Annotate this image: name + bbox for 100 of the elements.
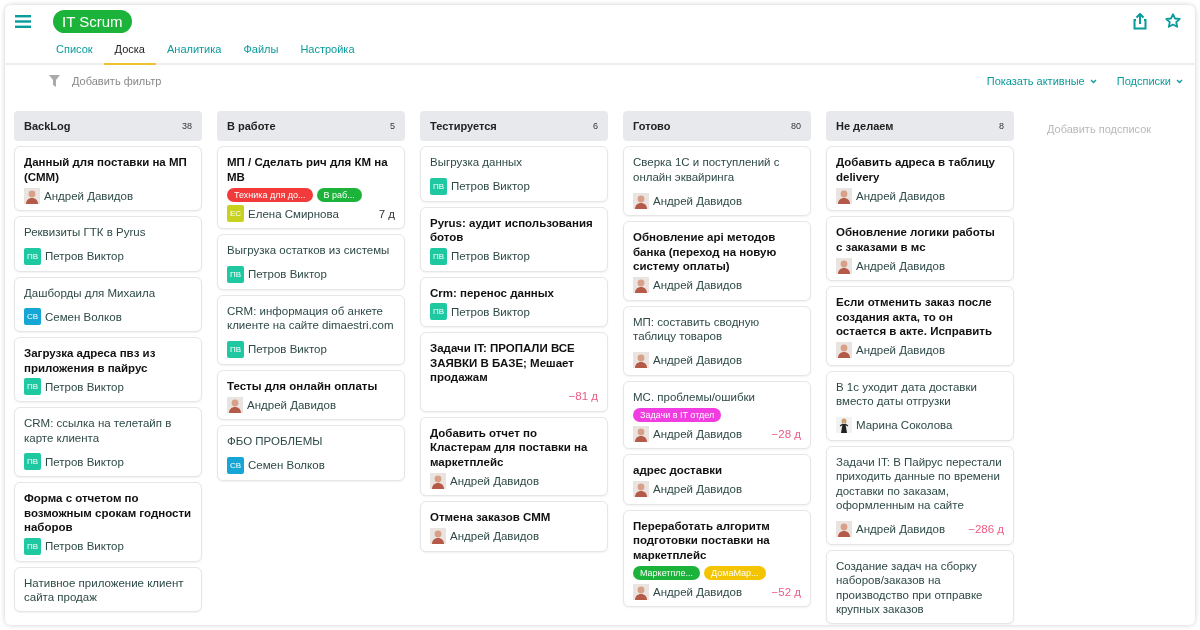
column-header[interactable]: В работе 5 (217, 111, 405, 141)
task-card[interactable]: Добавить адреса в таблицу delivery Андрей Давидов (826, 146, 1014, 211)
avatar-icon (24, 187, 40, 204)
assignee-name: Андрей Давидов (653, 279, 743, 291)
column-header[interactable]: Не делаем 8 (826, 111, 1014, 141)
menu-icon[interactable] (15, 14, 31, 28)
task-card[interactable]: В 1с уходит дата доставки вместо даты отгрузки Марина Соколова (826, 370, 1014, 441)
tab[interactable]: Настройка (289, 35, 366, 65)
task-title: Тесты для онлайн оплаты (227, 378, 379, 393)
task-card[interactable]: Выгрузка остатков из системы ПВ Петров Виктор (217, 234, 405, 290)
assignee-name: Андрей Давидов (653, 354, 743, 366)
assignee-name: Петров Виктор (451, 180, 530, 192)
task-card[interactable]: Форма с отчетом по возможным срокам годности наборов ПВ Петров Виктор (14, 482, 202, 562)
assignee-name: Андрей Давидов (653, 427, 743, 440)
task-card[interactable]: Задачи IT: ПРОПАЛИ ВСЕ ЗАЯВКИ В БАЗЕ; Мешает продажам −81 д (420, 332, 608, 412)
task-card[interactable]: Задачи IT: В Пайрус перестали приходить данные по времени доставки по заказам, оформленным на сайте Андрей Давидов −286 д (826, 445, 1014, 545)
task-card[interactable]: Pyrus: аудит использования ботов ПВ Петров Виктор (420, 206, 608, 272)
tab[interactable]: Аналитика (156, 35, 233, 65)
avatar-icon (430, 472, 446, 489)
avatar-icon (633, 583, 649, 600)
task-title: Нативное приложение клиент сайта продаж (24, 575, 185, 605)
tag: ДомаМар... (704, 566, 766, 580)
task-card[interactable]: Сверка 1С и поступлений с онлайн эквайринга Андрей Давидов (623, 146, 811, 216)
task-title: Переработать алгоритм подготовки поставки на маркетплейс (633, 518, 771, 562)
card-count: 5 (390, 121, 395, 131)
task-title: МП: составить сводную таблицу товаров (633, 314, 761, 344)
avatar-icon (633, 481, 649, 497)
task-card[interactable]: Переработать алгоритм подготовки поставки на маркетплейс Маркетпле... ДомаМар... Андрей Давидов −52 д (623, 509, 811, 607)
task-card[interactable]: Обновление логики работы с заказами в мс Андрей Давидов (826, 216, 1014, 281)
task-card[interactable]: Обновление api методов банка (переход на новую систему оплаты) Андрей Давидов (623, 221, 811, 301)
dropdown-button[interactable]: Подсписки (1106, 75, 1183, 87)
chevron-down-icon (1089, 78, 1097, 84)
share-icon[interactable] (1133, 12, 1147, 30)
avatar-initials: ПВ (24, 378, 41, 395)
task-card[interactable]: Реквизиты ГТК в Pyrus ПВ Петров Виктор (14, 216, 202, 272)
star-icon[interactable] (1165, 13, 1181, 29)
avatar-initials: ПВ (430, 303, 447, 320)
task-card[interactable]: Отмена заказов СММ Андрей Давидов (420, 501, 608, 552)
task-card[interactable]: Данный для поставки на МП (СММ) Андрей Давидов (14, 146, 202, 211)
assignee-name: Андрей Давидов (653, 585, 743, 598)
assignee-name: Андрей Давидов (450, 530, 540, 542)
task-title: В 1с уходит дата доставки вместо даты отгрузки (836, 379, 978, 409)
avatar-icon (836, 257, 852, 274)
assignee-name: Петров Виктор (451, 250, 530, 262)
task-card[interactable]: Добавить отчет по Кластерам для поставки на маркетплейс Андрей Давидов (420, 416, 608, 496)
task-card[interactable]: Нативное приложение клиент сайта продаж (14, 566, 202, 612)
assignee-name: Семен Волков (45, 310, 122, 323)
column-header[interactable]: Готово 80 (623, 111, 811, 141)
assignee-name: Андрей Давидов (856, 259, 946, 272)
avatar-icon (836, 417, 852, 433)
assignee-name: Андрей Давидов (653, 194, 743, 207)
tab[interactable]: Доска (103, 35, 156, 65)
task-card[interactable]: Создание задач на сборку наборов/заказов на производство при отправке крупных заказов (826, 549, 1014, 624)
assignee-name: Андрей Давидов (247, 398, 337, 411)
task-title: CRM: ссылка на телетайп в карте клиента (24, 416, 173, 445)
assignee-name: Петров Виктор (45, 455, 124, 468)
card-count: 80 (791, 121, 801, 131)
task-card[interactable]: Если отменить заказ после создания акта, то он остается в акте. Исправить Андрей Давидов (826, 286, 1014, 366)
avatar-icon (633, 277, 649, 293)
task-card[interactable]: МС. проблемы/ошибки Задачи в IT отдел Андрей Давидов −28 д (623, 380, 811, 449)
task-title: Добавить адреса в таблицу delivery (836, 155, 996, 184)
task-card[interactable]: Дашборды для Михаила СВ Семен Волков (14, 276, 202, 332)
column-title: В работе (227, 120, 277, 132)
task-title: Сверка 1С и поступлений с онлайн эквайринга (633, 155, 781, 184)
task-card[interactable]: адрес доставки Андрей Давидов (623, 454, 811, 505)
task-card[interactable]: Тесты для онлайн оплаты Андрей Давидов (217, 369, 405, 420)
column-header[interactable]: BackLog 38 (14, 111, 202, 141)
task-card[interactable]: Crm: перенос данных ПВ Петров Виктор (420, 276, 608, 327)
task-card[interactable]: МП / Сделать рич для КМ на МВ Техника для до... В раб... ЕС Елена Смирнова 7 д (217, 146, 405, 229)
tag: В раб... (316, 188, 362, 202)
assignee-name: Андрей Давидов (653, 483, 743, 495)
task-title: Выгрузка данных (430, 155, 524, 170)
task-title: CRM: информация об анкете клиенте на сайте dimaestri.com (227, 303, 395, 333)
dropdown-button[interactable]: Показать активные (976, 75, 1097, 87)
assignee-name: Петров Виктор (248, 268, 327, 280)
task-title: Дашборды для Михаила (24, 285, 157, 300)
task-card[interactable]: ФБО ПРОБЛЕМЫ СВ Семен Волков (217, 425, 405, 481)
task-card[interactable]: CRM: ссылка на телетайп в карте клиента ПВ Петров Виктор (14, 407, 202, 477)
avatar-initials: ПВ (430, 177, 447, 195)
task-card[interactable]: Загрузка адреса пвз из приложения в пайрус ПВ Петров Виктор (14, 337, 202, 402)
avatar-initials: СВ (24, 308, 41, 325)
tag: Техника для до... (227, 188, 313, 202)
task-title: Выгрузка остатков из системы (227, 243, 391, 258)
task-title: Загрузка адреса пвз из приложения в пайрус (24, 346, 157, 375)
task-title: Реквизиты ГТК в Pyrus (24, 225, 147, 240)
column-title: Готово (633, 120, 672, 132)
task-title: Задачи IT: В Пайрус перестали приходить данные по времени доставки по заказам, оформленным на сайте (836, 454, 1003, 513)
tab[interactable]: Файлы (232, 35, 290, 65)
column-title: BackLog (24, 120, 72, 132)
task-card[interactable]: CRM: информация об анкете клиенте на сайте dimaestri.com ПВ Петров Виктор (217, 294, 405, 365)
filter-icon (49, 75, 60, 87)
task-title: Создание задач на сборку наборов/заказов на производство при отправке крупных заказов (836, 558, 984, 617)
avatar-initials: ПВ (24, 537, 41, 555)
column-header[interactable]: Тестируется 6 (420, 111, 608, 141)
assignee-name: Андрей Давидов (856, 344, 946, 356)
task-card[interactable]: Выгрузка данных ПВ Петров Виктор (420, 146, 608, 202)
tab[interactable]: Список (45, 35, 104, 65)
avatar-initials: ПВ (24, 247, 41, 265)
task-card[interactable]: МП: составить сводную таблицу товаров Андрей Давидов (623, 305, 811, 376)
task-title: Обновление api методов банка (переход на новую систему оплаты) (633, 230, 778, 274)
